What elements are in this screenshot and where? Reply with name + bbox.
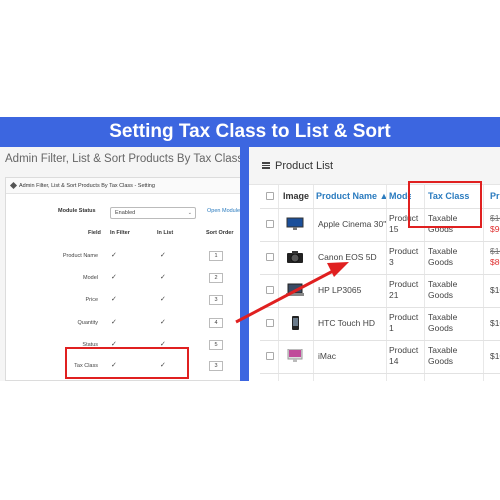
arrow-icon	[235, 262, 349, 324]
